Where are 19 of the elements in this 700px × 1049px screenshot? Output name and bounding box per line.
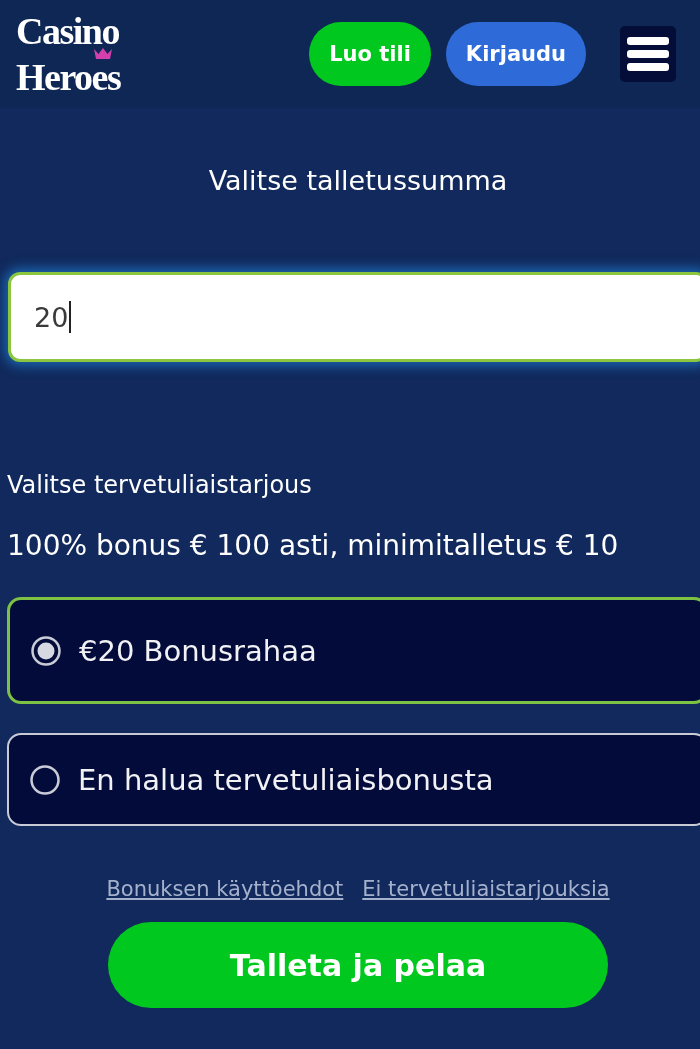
- radio-selected-icon[interactable]: [31, 635, 61, 666]
- logo-text: Casino: [16, 15, 119, 47]
- logo-text: Heroes: [16, 61, 121, 93]
- menu-button[interactable]: [620, 26, 676, 82]
- amount-input-field[interactable]: 20: [8, 272, 700, 362]
- section-title: Valitse talletussumma: [208, 164, 508, 198]
- menu-icon: [627, 36, 669, 72]
- terms-link[interactable]: Bonuksen käyttöehdot: [106, 876, 344, 902]
- crown-icon: [94, 48, 112, 59]
- option-label: €20 Bonusrahaa: [79, 633, 317, 668]
- offer-description: 100% bonus € 100 asti, minimitalletus € 10: [7, 529, 620, 563]
- login-button[interactable]: Kirjaudu: [445, 22, 586, 86]
- bonus-option[interactable]: En halua tervetuliaisbonusta: [7, 733, 700, 826]
- bonus-option[interactable]: €20 Bonusrahaa: [7, 597, 700, 704]
- offer-title: Valitse tervetuliaistarjous: [7, 470, 313, 500]
- terms-link[interactable]: Ei tervetuliaistarjouksia: [362, 876, 610, 902]
- text-cursor-icon: [69, 301, 71, 333]
- option-label: En halua tervetuliaisbonusta: [78, 762, 494, 797]
- radio-icon[interactable]: [30, 764, 60, 795]
